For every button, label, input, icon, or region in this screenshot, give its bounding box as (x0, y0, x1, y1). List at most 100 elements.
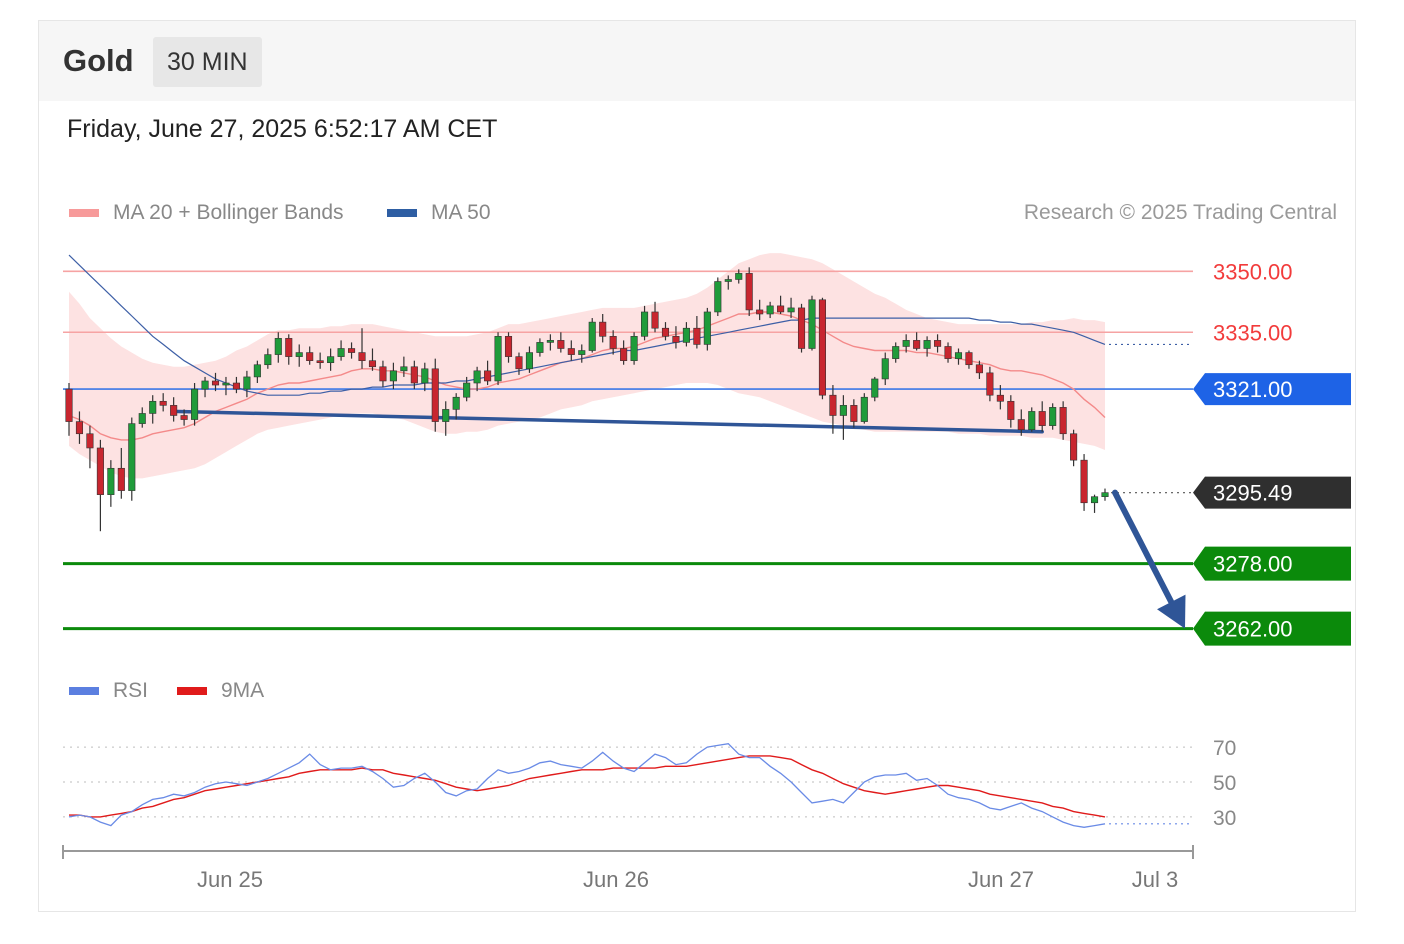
candle-body (944, 346, 952, 359)
candle-body (965, 352, 973, 366)
x-tick-label: Jun 27 (968, 867, 1034, 892)
candle-body (934, 340, 942, 347)
candle-body (881, 358, 889, 380)
candle-body (264, 354, 272, 366)
candle-body (75, 421, 84, 435)
level-label: 3335.00 (1213, 320, 1293, 345)
candle-body (473, 370, 481, 384)
candle-body (337, 348, 345, 357)
price-chart[interactable]: 3350.00 3335.00 3321.00 3295.49 3278.00 3262.… (39, 21, 1356, 912)
candle-body (578, 350, 586, 355)
candle-body (777, 305, 785, 313)
candle-body (222, 382, 230, 386)
x-tick-label: Jul 3 (1132, 867, 1178, 892)
candle-body (452, 396, 460, 410)
candle-body (232, 382, 240, 390)
candle-body (1080, 459, 1088, 504)
candle-body (1070, 433, 1078, 461)
candle-body (421, 368, 429, 384)
candle-body (431, 368, 439, 422)
candle-body (484, 370, 492, 382)
candle-body (620, 348, 628, 361)
candle-body (253, 364, 261, 378)
x-axis: Jun 25 Jun 26 Jun 27 Jul 3 (62, 845, 1194, 892)
candle-body (975, 364, 983, 374)
candle-body (515, 356, 523, 370)
candle-body (159, 400, 167, 406)
candle-body (839, 405, 847, 416)
candle-body (170, 405, 178, 416)
candle-body (714, 281, 722, 313)
rsi-tick-label: 50 (1213, 772, 1236, 795)
candle-body (672, 336, 680, 343)
forecast-arrow (1112, 489, 1186, 629)
candle-body (797, 307, 806, 349)
candle-body (850, 405, 858, 422)
candle-body (892, 346, 900, 359)
level-label: 3295.49 (1213, 481, 1293, 506)
level-label: 3262.00 (1213, 617, 1293, 642)
candle-body (525, 352, 533, 370)
candle-body (1038, 411, 1046, 426)
candle-body (327, 356, 335, 364)
candle-body (546, 340, 554, 343)
candle-body (724, 279, 732, 282)
candle-body (96, 447, 104, 495)
candle-body (348, 348, 356, 353)
candle-body (306, 352, 314, 361)
candle-body (1007, 400, 1015, 420)
candle-body (295, 352, 303, 357)
rsi-tick-label: 30 (1213, 807, 1236, 830)
candle-body (368, 360, 377, 368)
candle-body (630, 336, 638, 361)
rsi-panel: 70 50 30 (63, 737, 1236, 830)
candle-body (902, 340, 910, 347)
candle-body (1017, 419, 1025, 430)
candle-body (180, 415, 188, 420)
candle-body (641, 311, 649, 337)
candle-body (986, 372, 994, 396)
candle-body (860, 396, 868, 422)
candle-body (996, 394, 1004, 402)
candle-body (138, 413, 146, 424)
candle-body (107, 467, 115, 495)
x-tick-label: Jun 25 (197, 867, 263, 892)
candle-body (818, 299, 826, 396)
candle-body (954, 352, 963, 359)
candle-body (494, 336, 502, 382)
candle-body (410, 366, 418, 384)
candle-body (463, 382, 471, 398)
candle-body (871, 378, 879, 398)
candle-body (504, 336, 513, 357)
candle-body (1101, 492, 1109, 497)
candle-body (735, 273, 743, 280)
candle-body (787, 307, 795, 313)
candle-body (358, 352, 366, 361)
x-tick-label: Jun 26 (583, 867, 649, 892)
candle-body (1059, 407, 1067, 435)
candle-body (400, 366, 408, 372)
candle-body (682, 327, 690, 343)
candle-body (557, 340, 565, 349)
candle-body (389, 370, 397, 382)
candle-body (285, 338, 293, 357)
candle-body (913, 340, 921, 349)
candle-body (1028, 411, 1036, 430)
candle-body (191, 388, 199, 420)
candle-body (745, 273, 753, 311)
candle-body (243, 376, 251, 390)
forecast-arrow-shaft (1112, 489, 1175, 605)
candle-body (274, 338, 282, 355)
candle-body (567, 348, 575, 355)
candle-body (651, 311, 659, 329)
candle-body (211, 380, 220, 386)
candle-body (316, 360, 324, 364)
candle-body (379, 366, 387, 382)
candle-body (1090, 496, 1099, 504)
level-label: 3321.00 (1213, 377, 1293, 402)
chart-card: Gold 30 MIN Friday, June 27, 2025 6:52:1… (38, 20, 1356, 912)
candle-body (661, 327, 670, 337)
candle-body (829, 394, 837, 416)
candle-body (703, 311, 711, 345)
candle-body (693, 327, 701, 345)
